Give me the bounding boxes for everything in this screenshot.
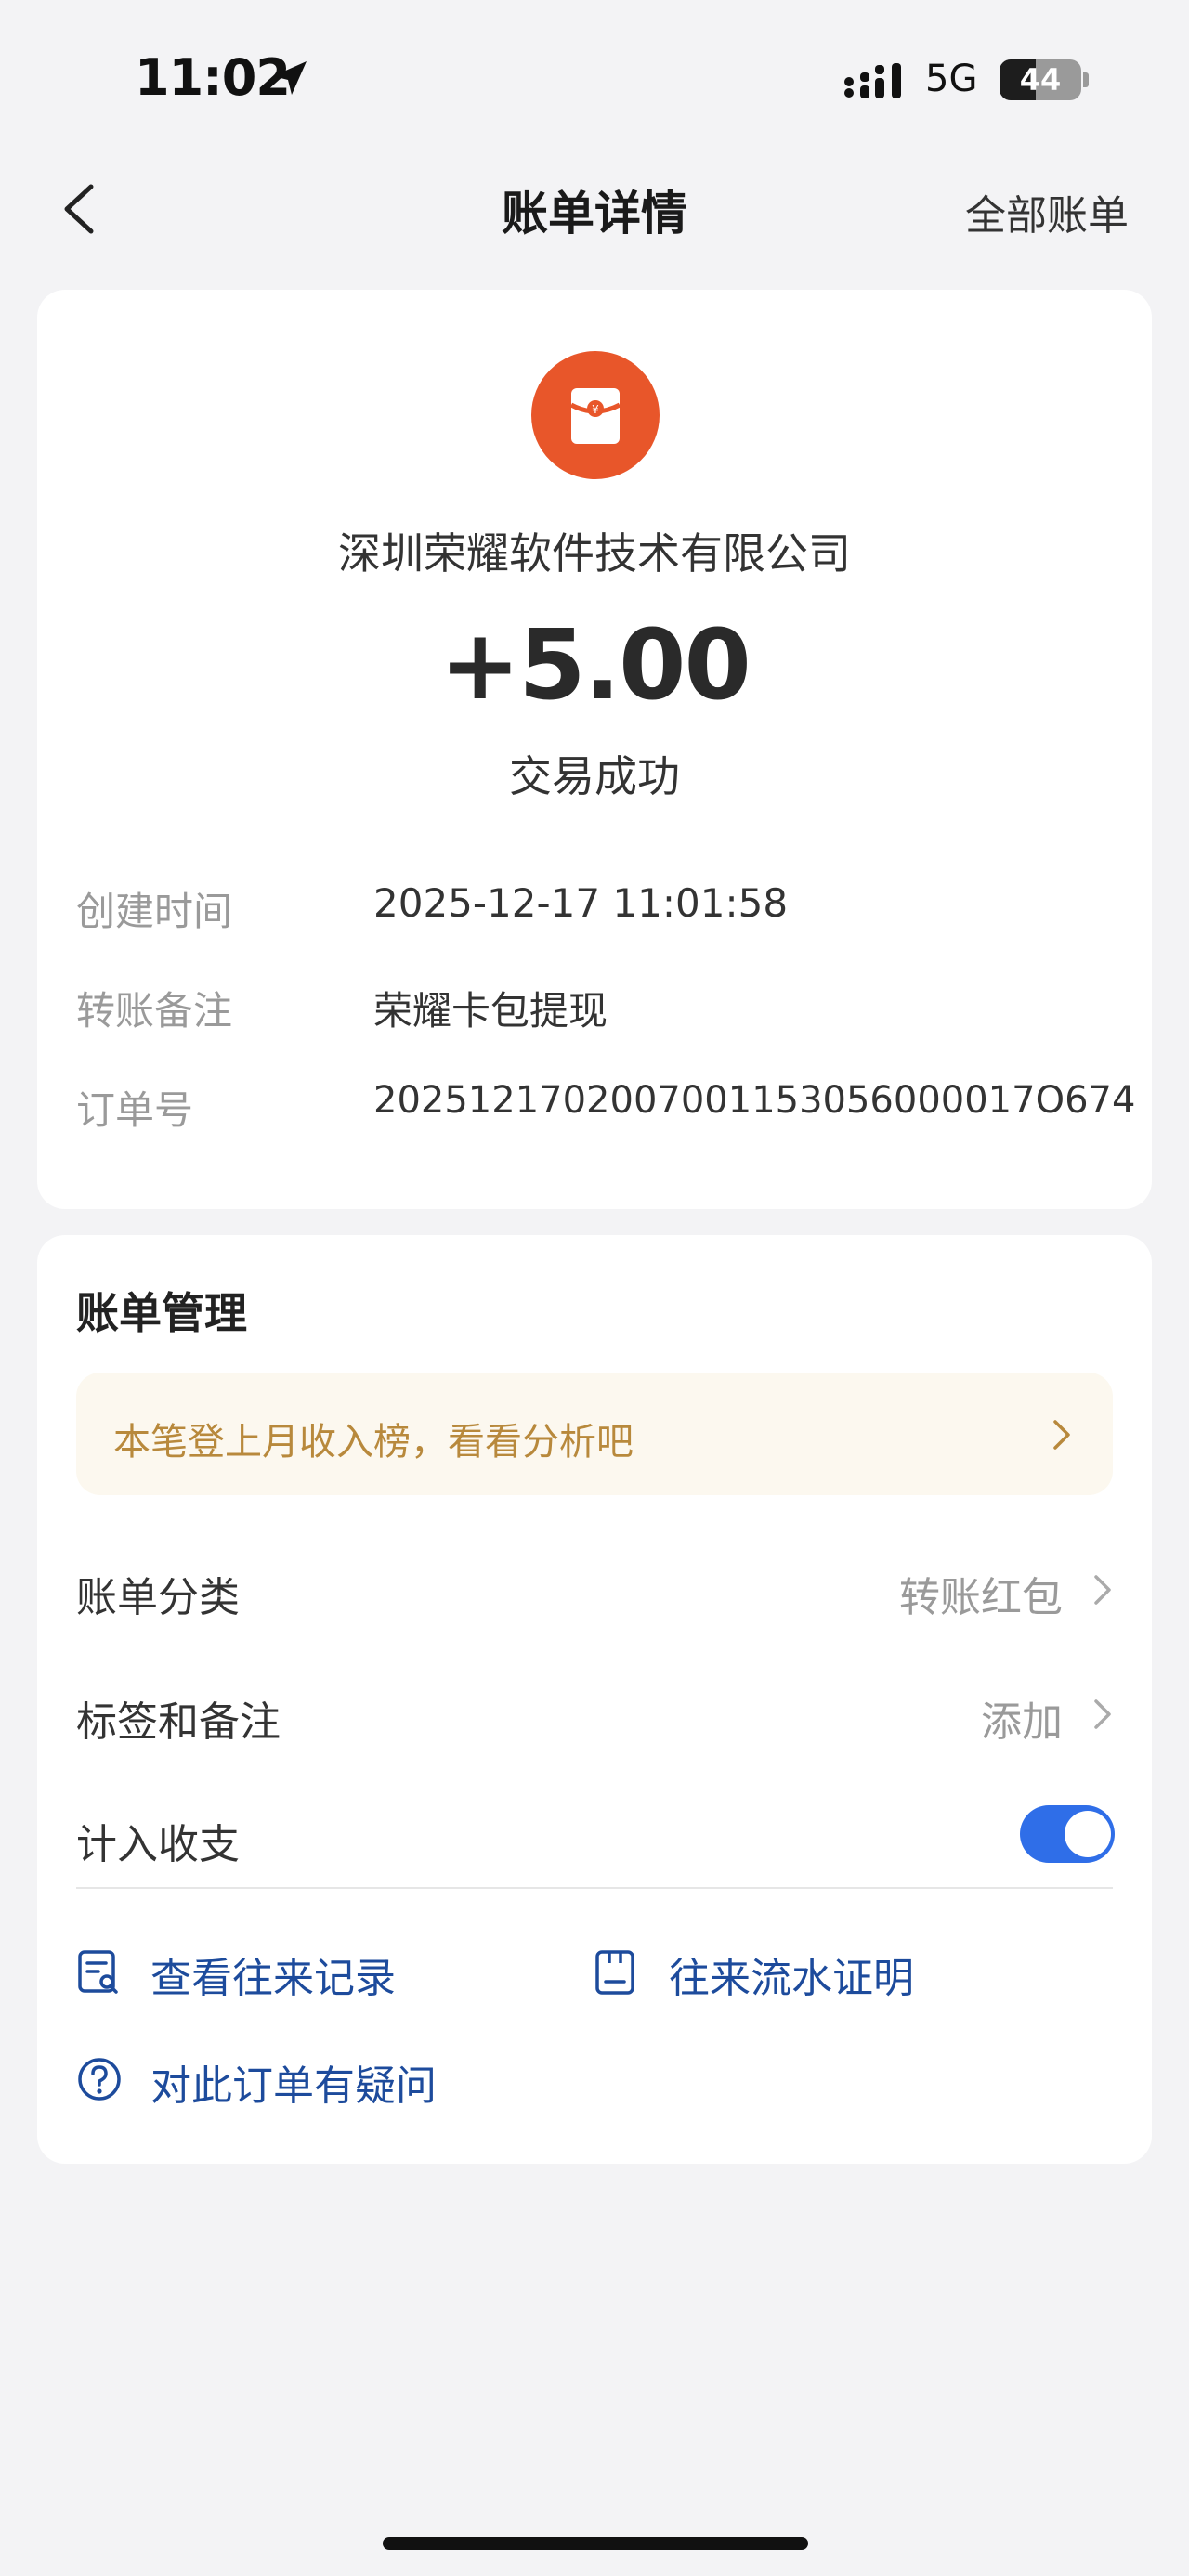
created-time-label: 创建时间 [76,889,233,934]
section-title: 账单管理 [76,1288,247,1338]
svg-text:¥: ¥ [592,403,599,416]
chevron-right-icon [1053,1420,1070,1450]
amount: +5.00 [439,608,751,722]
chevron-right-icon[interactable] [1092,1696,1113,1733]
order-number-label: 订单号 [76,1087,194,1133]
question-icon [78,2058,121,2101]
certificate-icon [595,1950,634,1995]
battery-level-text: 44 [1019,62,1062,98]
statement-proof-link[interactable]: 往来流水证明 [669,1945,914,2004]
bill-category-label: 账单分类 [76,1574,240,1621]
toggle-knob [1065,1811,1111,1857]
created-time-value: 2025-12-17 11:01:58 [373,880,789,926]
tags-notes-label: 标签和备注 [76,1698,281,1746]
include-in-budget-label: 计入收支 [76,1821,240,1868]
all-bills-link[interactable]: 全部账单 [965,182,1129,241]
battery-indicator: 44 [1000,59,1081,100]
signal-icon [844,63,901,98]
transfer-note-value: 荣耀卡包提现 [373,988,608,1034]
include-in-budget-toggle[interactable] [1020,1805,1115,1863]
records-icon [78,1950,118,1994]
tags-notes-value[interactable]: 添加 [981,1688,1063,1748]
bill-category-value[interactable]: 转账红包 [899,1564,1063,1623]
view-records-link[interactable]: 查看往来记录 [150,1945,396,2004]
network-type: 5G [925,58,978,100]
chevron-right-icon[interactable] [1092,1571,1113,1608]
red-packet-glyph-icon: ¥ [569,388,621,444]
red-packet-logo-icon: ¥ [531,351,660,479]
location-arrow-icon [273,61,307,95]
home-indicator[interactable] [383,2537,808,2550]
order-number-value: 2025121702007001153056000017O674 [373,1079,1136,1122]
banner-text: 本笔登上月收入榜，看看分析吧 [113,1421,634,1464]
status-time: 11:02 [135,48,291,107]
divider [76,1887,1113,1889]
transaction-status: 交易成功 [509,751,680,801]
transfer-note-label: 转账备注 [76,988,233,1034]
payer-name: 深圳荣耀软件技术有限公司 [338,528,851,579]
battery-cap [1083,72,1089,87]
order-question-link[interactable]: 对此订单有疑问 [150,2052,437,2112]
